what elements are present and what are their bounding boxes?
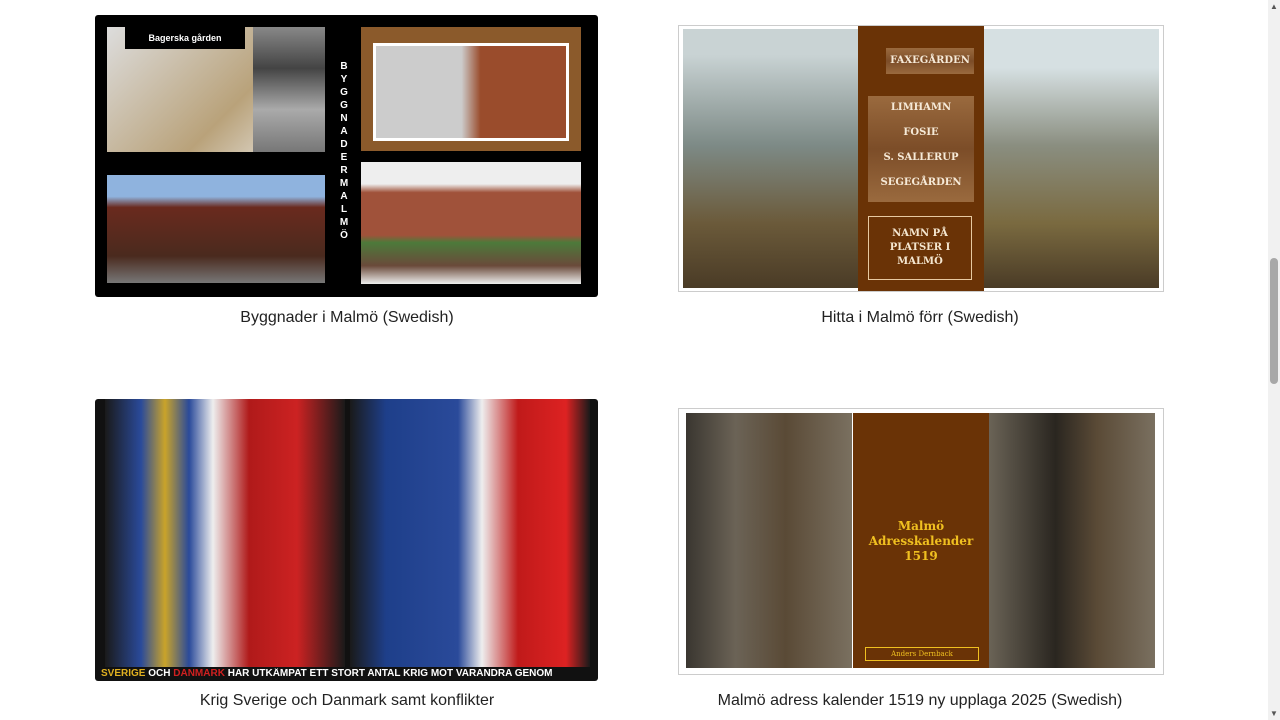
cover-photo — [989, 413, 1155, 668]
book-title[interactable]: Malmö adress kalender 1519 ny upplaga 20… — [718, 692, 1123, 710]
cover-place: S. SALLERUP — [883, 152, 959, 163]
cover-title: NAMN PÅ PLATSER I MALMÖ — [868, 216, 972, 280]
cover-title: Malmö Adresskalender 1519 — [868, 519, 974, 563]
scrollbar-thumb[interactable] — [1270, 258, 1278, 384]
cover-label: Bagerska gården — [125, 27, 245, 49]
scrollbar[interactable]: ▲ ▼ — [1268, 0, 1280, 720]
cover-photo — [253, 27, 325, 152]
cover-photo — [105, 399, 345, 667]
cover-photo — [107, 175, 325, 283]
cover-photo — [984, 29, 1159, 288]
cover-arrow-sign: FAXEGÅRDEN — [886, 48, 974, 74]
cover-place: SEGEGÅRDEN — [880, 177, 962, 188]
cover-photo — [350, 399, 590, 667]
book-cover-byggnader[interactable]: Bagerska gården BYGGNADER MALMÖ — [95, 15, 598, 297]
cover-author: Anders Dernback — [865, 647, 979, 661]
book-cover-adresskalender[interactable]: Malmö Adresskalender 1519 Anders Dernbac… — [678, 408, 1164, 675]
cover-place: FOSIE — [903, 127, 939, 138]
cover-photo — [361, 27, 581, 151]
cover-photo — [361, 162, 581, 284]
cover-photo — [686, 413, 852, 668]
book-title[interactable]: Hitta i Malmö förr (Swedish) — [821, 309, 1018, 327]
scroll-up-icon[interactable]: ▲ — [1270, 2, 1278, 11]
cover-vertical-title: BYGGNADER MALMÖ — [339, 61, 349, 241]
book-title[interactable]: Krig Sverige och Danmark samt konflikter — [200, 692, 494, 710]
cover-place: LIMHAMN — [890, 102, 952, 113]
book-cover-krig[interactable]: Sverige och Danmark har utkämpat ett sto… — [95, 399, 598, 681]
book-cover-hitta[interactable]: FAXEGÅRDEN LIMHAMN FOSIE S. SALLERUP SEG… — [678, 25, 1164, 292]
scroll-down-icon[interactable]: ▼ — [1270, 709, 1278, 718]
cover-tagline: Sverige och Danmark har utkämpat ett sto… — [101, 668, 553, 679]
cover-photo — [683, 29, 858, 288]
book-title[interactable]: Byggnader i Malmö (Swedish) — [240, 309, 453, 327]
